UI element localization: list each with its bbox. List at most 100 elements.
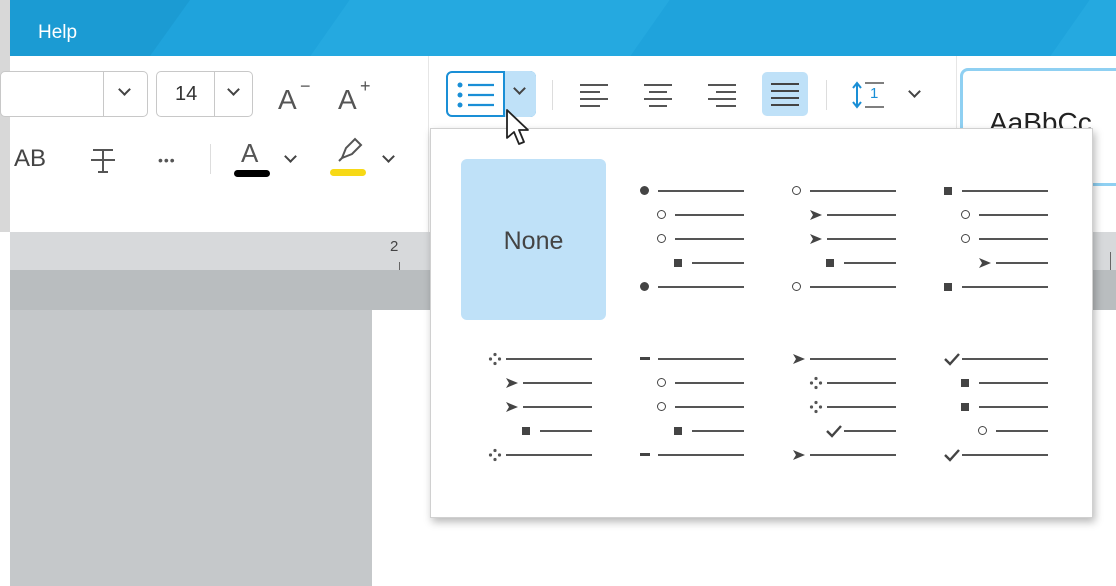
bullet-preview-line xyxy=(523,382,592,384)
chevron-down-icon[interactable] xyxy=(284,150,297,163)
bullet-preview-line xyxy=(658,190,744,192)
circle-bullet-icon xyxy=(961,234,970,243)
bullet-preview-row xyxy=(765,376,910,390)
circle-bullet-icon xyxy=(792,282,801,291)
circle-bullet-icon xyxy=(657,234,666,243)
bullet-preview-line xyxy=(996,430,1048,432)
chevron-down-icon[interactable] xyxy=(382,150,395,163)
bullet-preview-line xyxy=(979,214,1048,216)
menu-tab-bg xyxy=(10,0,190,56)
bullet-preview-line xyxy=(506,358,592,360)
bullet-preview-line xyxy=(827,382,896,384)
align-left-icon[interactable] xyxy=(578,82,610,108)
arrow-bullet-icon xyxy=(809,232,823,246)
bullet-preview-row xyxy=(917,402,1062,412)
bullet-preview-line xyxy=(658,358,744,360)
bullet-option-diamond-arrow-square[interactable] xyxy=(461,327,606,488)
diamond-bullet-icon xyxy=(488,352,502,366)
bullet-preview-row xyxy=(461,402,606,412)
line-spacing-icon xyxy=(852,81,884,109)
bullet-option-arrow-diamond-check[interactable] xyxy=(765,327,910,488)
bullet-preview-line xyxy=(979,406,1048,408)
grow-font-sup: + xyxy=(360,76,371,96)
font-color-icon: A xyxy=(241,138,259,168)
bullet-preview-line xyxy=(996,262,1048,264)
highlight-color-button[interactable] xyxy=(330,136,370,182)
grow-font-button[interactable]: A + xyxy=(338,76,378,116)
bullet-preview-row xyxy=(765,258,910,268)
line-spacing-button[interactable]: 1 xyxy=(846,78,926,112)
font-name-select[interactable] xyxy=(0,71,148,117)
bullet-preview-line xyxy=(523,406,592,408)
chevron-down-icon xyxy=(227,83,240,96)
bullet-preview-row xyxy=(917,353,1062,366)
bullet-preview-row xyxy=(917,210,1062,220)
bullet-preview-line xyxy=(827,406,896,408)
bullet-option-dash-circle-square[interactable] xyxy=(613,327,758,488)
bullet-preview-line xyxy=(658,286,744,288)
circle-bullet-icon xyxy=(978,426,987,435)
circle-bullet-icon xyxy=(961,210,970,219)
bullet-preview-line xyxy=(810,190,896,192)
bullet-preview-line xyxy=(962,190,1048,192)
menu-bar: Help xyxy=(0,0,1116,56)
diamond-bullet-icon xyxy=(809,376,823,390)
disc-bullet-icon xyxy=(640,186,649,195)
bullet-preview-line xyxy=(844,430,896,432)
bullet-preview-row xyxy=(613,234,758,244)
bullet-option-check-square-circle[interactable] xyxy=(917,327,1062,488)
bullet-preview-row xyxy=(765,400,910,414)
font-size-select[interactable]: 14 xyxy=(156,71,253,117)
bullet-option-disc-circle-square[interactable] xyxy=(613,159,758,320)
check-bullet-icon xyxy=(826,424,842,438)
square-bullet-icon xyxy=(674,259,682,267)
font-color-button[interactable]: A xyxy=(232,138,272,182)
menu-help[interactable]: Help xyxy=(38,22,77,44)
square-bullet-icon xyxy=(961,403,969,411)
square-bullet-icon xyxy=(522,427,530,435)
bullet-preview-row xyxy=(613,378,758,388)
shrink-font-button[interactable]: A − xyxy=(278,76,318,116)
bullet-preview-row xyxy=(461,426,606,436)
align-justify-icon xyxy=(771,83,799,106)
shrink-font-sup: − xyxy=(300,76,311,96)
dash-bullet-icon xyxy=(640,357,650,360)
bullet-option-circle-arrow-square[interactable] xyxy=(765,159,910,320)
bullet-preview-line xyxy=(675,382,744,384)
bullet-preview-row xyxy=(765,234,910,244)
bullet-preview-row xyxy=(613,210,758,220)
strikethrough-icon[interactable] xyxy=(90,146,116,174)
align-justify-button[interactable] xyxy=(762,72,808,116)
bullet-preview-line xyxy=(675,238,744,240)
align-right-icon[interactable] xyxy=(706,82,738,108)
bullet-preview-row xyxy=(917,186,1062,196)
arrow-bullet-icon xyxy=(792,352,806,366)
arrow-bullet-icon xyxy=(505,376,519,390)
bullet-preview-row xyxy=(613,258,758,268)
bullet-preview-line xyxy=(506,454,592,456)
diamond-bullet-icon xyxy=(809,400,823,414)
caps-button[interactable]: AB xyxy=(14,145,46,173)
bullet-style-panel: None xyxy=(430,128,1093,518)
bullet-preview-line xyxy=(692,430,744,432)
bullet-preview-row xyxy=(917,378,1062,388)
bullet-preview-line xyxy=(827,214,896,216)
chevron-down-icon xyxy=(513,82,526,95)
bullet-preview-row xyxy=(917,448,1062,462)
bullet-option-square-circle-arrow[interactable] xyxy=(917,159,1062,320)
bullet-preview-line xyxy=(810,358,896,360)
more-options-button[interactable]: ••• xyxy=(158,152,176,168)
bullet-preview-row xyxy=(917,282,1062,292)
align-center-icon[interactable] xyxy=(642,82,674,108)
line-spacing-value: 1 xyxy=(870,85,879,102)
bullet-preview-line xyxy=(979,238,1048,240)
check-bullet-icon xyxy=(944,448,960,462)
bullet-preview-row xyxy=(613,426,758,436)
square-bullet-icon xyxy=(961,379,969,387)
arrow-bullet-icon xyxy=(505,400,519,414)
square-bullet-icon xyxy=(944,283,952,291)
bullet-option-none[interactable]: None xyxy=(461,159,606,320)
bullet-preview-line xyxy=(962,454,1048,456)
mouse-cursor-icon xyxy=(506,109,529,145)
bullet-preview-row xyxy=(765,186,910,196)
